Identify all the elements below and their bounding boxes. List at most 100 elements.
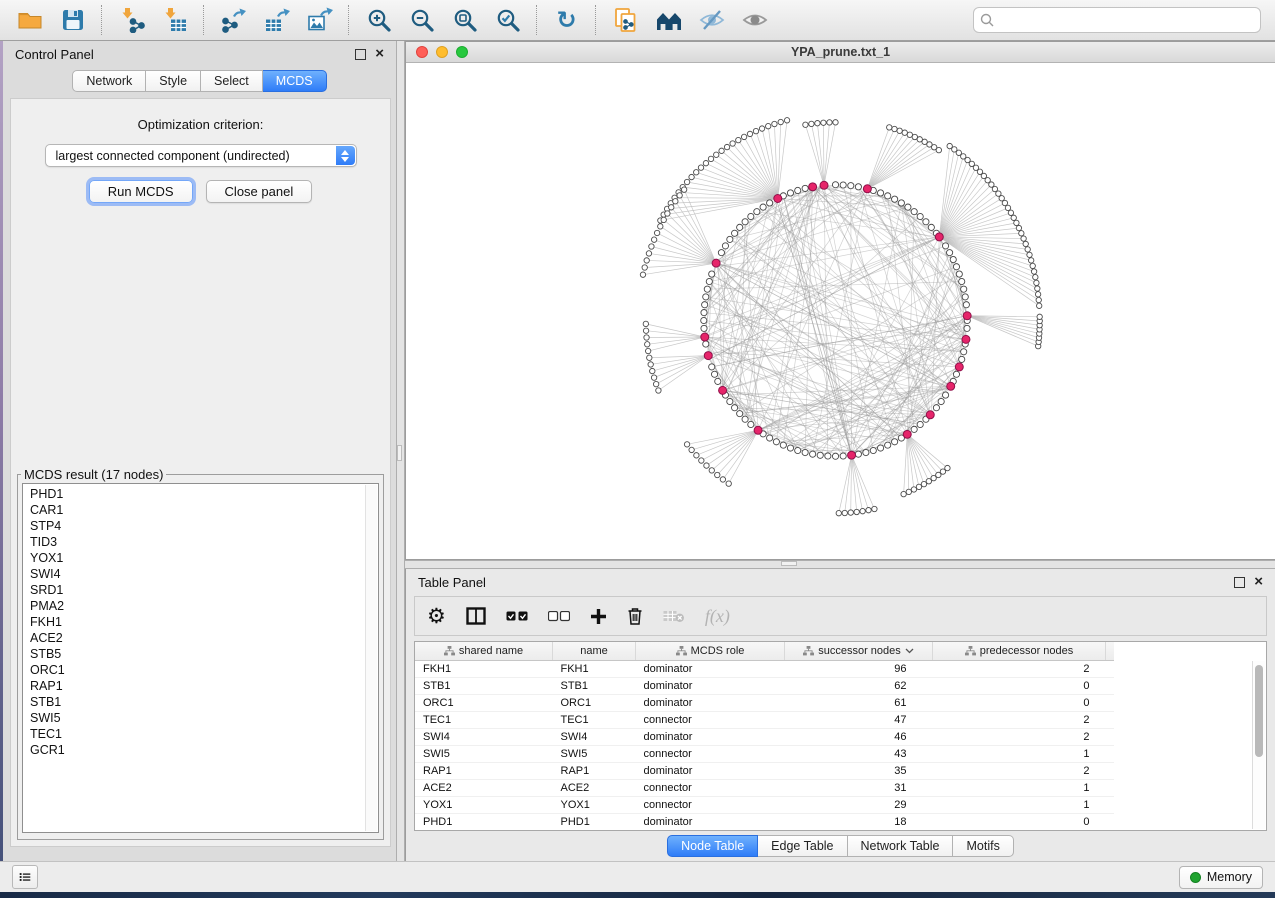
close-mcds-panel-button[interactable]: Close panel xyxy=(206,180,313,203)
mcds-result-item[interactable]: TID3 xyxy=(30,534,378,550)
network-window-titlebar[interactable]: YPA_prune.txt_1 xyxy=(406,42,1275,63)
vertical-splitter[interactable] xyxy=(396,41,405,861)
tab-select[interactable]: Select xyxy=(201,70,263,92)
zoom-in-button[interactable] xyxy=(357,3,400,37)
zoom-fit-button[interactable] xyxy=(443,3,486,37)
mcds-result-item[interactable]: STP4 xyxy=(30,518,378,534)
column-header-name[interactable]: name xyxy=(553,642,636,661)
mcds-hub-node[interactable] xyxy=(774,194,782,202)
table-row[interactable]: FKH1FKH1dominator962 xyxy=(415,661,1114,678)
scrollbar-thumb[interactable] xyxy=(1255,665,1263,757)
zoom-out-button[interactable] xyxy=(400,3,443,37)
delete-table-button[interactable] xyxy=(663,609,685,623)
delete-column-button[interactable] xyxy=(627,607,643,625)
table-row[interactable]: ACE2ACE2connector311 xyxy=(415,780,1114,797)
table-scrollbar[interactable] xyxy=(1252,661,1265,829)
mcds-result-list[interactable]: PHD1CAR1STP4TID3YOX1SWI4SRD1PMA2FKH1ACE2… xyxy=(22,483,379,833)
table-row[interactable]: STB1STB1dominator620 xyxy=(415,678,1114,695)
column-header-successor-nodes[interactable]: successor nodes xyxy=(785,642,933,661)
add-column-button[interactable] xyxy=(590,608,607,625)
duplicate-network-button[interactable] xyxy=(604,3,647,37)
tab-network[interactable]: Network xyxy=(72,70,146,92)
memory-button[interactable]: Memory xyxy=(1179,866,1263,889)
horizontal-splitter[interactable] xyxy=(405,560,1275,569)
table-row[interactable]: TEC1TEC1connector472 xyxy=(415,712,1114,729)
table-panel-close-button[interactable]: × xyxy=(1254,576,1263,588)
mcds-hub-node[interactable] xyxy=(955,363,963,371)
mcds-result-item[interactable]: GCR1 xyxy=(30,742,378,758)
table-row[interactable]: PHD1PHD1dominator180 xyxy=(415,814,1114,831)
mcds-result-item[interactable]: ACE2 xyxy=(30,630,378,646)
mcds-hub-node[interactable] xyxy=(947,382,955,390)
control-panel-close-button[interactable]: × xyxy=(375,48,384,60)
mcds-hub-node[interactable] xyxy=(848,451,856,459)
task-history-button[interactable] xyxy=(12,865,38,889)
import-network-button[interactable] xyxy=(110,3,153,37)
column-header-shared-name[interactable]: shared name xyxy=(415,642,553,661)
mcds-hub-node[interactable] xyxy=(820,181,828,189)
table-row[interactable]: RAP1RAP1dominator352 xyxy=(415,763,1114,780)
mcds-hub-node[interactable] xyxy=(935,233,943,241)
tab-style[interactable]: Style xyxy=(146,70,201,92)
select-all-button[interactable] xyxy=(506,611,528,622)
mcds-hub-node[interactable] xyxy=(719,386,727,394)
mcds-hub-node[interactable] xyxy=(926,411,934,419)
save-session-button[interactable] xyxy=(51,3,94,37)
mcds-result-item[interactable]: RAP1 xyxy=(30,678,378,694)
mcds-hub-node[interactable] xyxy=(712,259,720,267)
export-image-button[interactable] xyxy=(298,3,341,37)
splitter-grip[interactable] xyxy=(781,561,797,566)
mcds-result-item[interactable]: PMA2 xyxy=(30,598,378,614)
mcds-result-item[interactable]: STB1 xyxy=(30,694,378,710)
deselect-all-button[interactable] xyxy=(548,611,570,622)
table-row[interactable]: SWI5SWI5connector431 xyxy=(415,746,1114,763)
mcds-result-item[interactable]: FKH1 xyxy=(30,614,378,630)
open-session-button[interactable] xyxy=(8,3,51,37)
mcds-hub-node[interactable] xyxy=(863,185,871,193)
hide-selected-button[interactable] xyxy=(690,3,733,37)
mcds-hub-node[interactable] xyxy=(903,430,911,438)
mcds-hub-node[interactable] xyxy=(809,183,817,191)
mcds-result-item[interactable]: SRD1 xyxy=(30,582,378,598)
mcds-result-item[interactable]: STB5 xyxy=(30,646,378,662)
column-header-predecessor-nodes[interactable]: predecessor nodes xyxy=(933,642,1106,661)
table-panel-float-button[interactable] xyxy=(1234,577,1245,588)
mcds-hub-node[interactable] xyxy=(754,426,762,434)
split-view-button[interactable] xyxy=(466,607,486,625)
mcds-result-item[interactable]: SWI4 xyxy=(30,566,378,582)
mcds-list-scrollbar[interactable] xyxy=(365,485,377,831)
mcds-result-item[interactable]: SWI5 xyxy=(30,710,378,726)
tab-edge-table[interactable]: Edge Table xyxy=(758,835,847,857)
mcds-hub-node[interactable] xyxy=(704,352,712,360)
tab-motifs[interactable]: Motifs xyxy=(953,835,1013,857)
tab-mcds[interactable]: MCDS xyxy=(263,70,327,92)
tab-node-table[interactable]: Node Table xyxy=(667,835,758,857)
mcds-result-item[interactable]: TEC1 xyxy=(30,726,378,742)
search-input[interactable] xyxy=(973,7,1261,33)
export-table-button[interactable] xyxy=(255,3,298,37)
table-row[interactable]: YOX1YOX1connector291 xyxy=(415,797,1114,814)
tab-network-table[interactable]: Network Table xyxy=(848,835,954,857)
show-all-button[interactable] xyxy=(733,3,776,37)
mcds-result-item[interactable]: PHD1 xyxy=(30,486,378,502)
column-header-mcds-role[interactable]: MCDS role xyxy=(636,642,785,661)
mcds-hub-node[interactable] xyxy=(962,335,970,343)
import-table-button[interactable] xyxy=(153,3,196,37)
export-network-button[interactable] xyxy=(212,3,255,37)
run-mcds-button[interactable]: Run MCDS xyxy=(89,180,193,203)
first-neighbors-button[interactable] xyxy=(647,3,690,37)
refresh-layout-button[interactable]: ↻ xyxy=(545,3,588,37)
mcds-hub-node[interactable] xyxy=(963,312,971,320)
mcds-result-item[interactable]: CAR1 xyxy=(30,502,378,518)
mcds-result-item[interactable]: ORC1 xyxy=(30,662,378,678)
mcds-result-item[interactable]: YOX1 xyxy=(30,550,378,566)
mcds-hub-node[interactable] xyxy=(701,333,709,341)
table-settings-button[interactable]: ⚙ xyxy=(427,606,446,626)
network-canvas[interactable] xyxy=(406,63,1275,559)
criterion-dropdown[interactable]: largest connected component (undirected) xyxy=(45,144,357,167)
table-row[interactable]: ORC1ORC1dominator610 xyxy=(415,695,1114,712)
splitter-grip[interactable] xyxy=(397,445,402,461)
control-panel-float-button[interactable] xyxy=(355,49,366,60)
apply-function-button[interactable]: f(x) xyxy=(705,606,730,627)
table-row[interactable]: SWI4SWI4dominator462 xyxy=(415,729,1114,746)
